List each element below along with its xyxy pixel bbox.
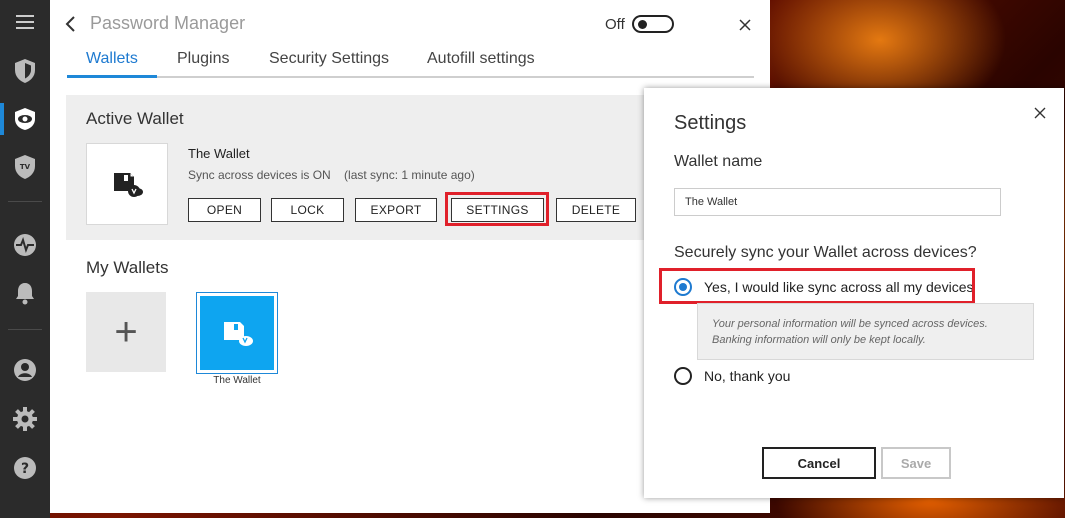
sync-yes-radio[interactable]	[674, 278, 692, 296]
toggle-label: Off	[605, 16, 625, 33]
shield-icon[interactable]	[0, 51, 50, 91]
wallet-sync-icon	[114, 173, 143, 197]
delete-button[interactable]: DELETE	[556, 198, 636, 222]
sync-info-line-2: Banking information will only be kept lo…	[712, 334, 926, 346]
left-navigation-rail: TV ?	[0, 0, 50, 518]
svg-text:TV: TV	[20, 163, 31, 171]
wallet-tile-label: The Wallet	[213, 375, 261, 386]
sync-info-line-1: Your personal information will be synced…	[712, 318, 988, 330]
export-button[interactable]: EXPORT	[355, 198, 437, 222]
tv-shield-icon[interactable]: TV	[0, 147, 50, 187]
user-icon[interactable]	[0, 350, 50, 390]
wallet-name-label: Wallet name	[674, 153, 763, 170]
rail-divider	[8, 201, 42, 202]
title-bar: Password Manager Off	[50, 0, 770, 48]
tab-plugins[interactable]: Plugins	[177, 50, 229, 68]
tab-autofill-settings[interactable]: Autofill settings	[427, 50, 535, 68]
active-wallet-name: The Wallet	[188, 146, 250, 161]
active-wallet-heading: Active Wallet	[86, 109, 184, 128]
dialog-title: Settings	[674, 112, 747, 134]
plus-icon: +	[114, 310, 138, 354]
open-button[interactable]: OPEN	[188, 198, 261, 222]
sync-info-box: Your personal information will be synced…	[697, 303, 1034, 360]
activity-icon[interactable]	[0, 225, 50, 265]
sync-no-label: No, thank you	[704, 368, 791, 384]
wallet-tile[interactable]	[196, 292, 278, 374]
sync-question: Securely sync your Wallet across devices…	[674, 244, 977, 261]
settings-button[interactable]: SETTINGS	[451, 198, 544, 222]
bell-icon[interactable]	[0, 273, 50, 313]
my-wallets-heading: My Wallets	[86, 258, 169, 277]
gear-icon[interactable]	[0, 399, 50, 439]
tab-bar: Wallets Plugins Security Settings Autofi…	[67, 46, 754, 78]
back-arrow-icon[interactable]	[62, 12, 80, 36]
rail-divider	[8, 329, 42, 330]
close-icon[interactable]	[738, 18, 752, 32]
sync-status-text: Sync across devices is ON (last sync: 1 …	[188, 168, 475, 182]
save-button[interactable]: Save	[881, 447, 951, 479]
tab-security-settings[interactable]: Security Settings	[269, 50, 389, 68]
active-wallet-thumbnail	[86, 143, 168, 225]
app-title: Password Manager	[90, 13, 246, 33]
wallet-tile-body	[200, 296, 274, 370]
eye-shield-icon[interactable]	[0, 99, 50, 139]
lock-button[interactable]: LOCK	[271, 198, 344, 222]
cancel-button[interactable]: Cancel	[762, 447, 876, 479]
sync-no-radio[interactable]	[674, 367, 692, 385]
power-toggle[interactable]	[632, 15, 674, 33]
add-wallet-button[interactable]: +	[86, 292, 166, 372]
wallet-sync-icon	[224, 322, 253, 346]
sync-yes-label: Yes, I would like sync across all my dev…	[704, 279, 974, 295]
sync-yes-option[interactable]: Yes, I would like sync across all my dev…	[674, 278, 973, 296]
hamburger-menu-icon[interactable]	[0, 2, 50, 42]
help-icon[interactable]: ?	[0, 448, 50, 488]
toggle-knob	[638, 20, 647, 29]
svg-text:?: ?	[21, 461, 29, 477]
wallet-name-input[interactable]	[674, 188, 1001, 216]
active-tab-indicator	[67, 75, 157, 78]
tab-wallets[interactable]: Wallets	[86, 50, 138, 68]
sync-no-option[interactable]: No, thank you	[674, 367, 790, 385]
settings-dialog: Settings Wallet name Securely sync your …	[644, 88, 1064, 498]
dialog-close-icon[interactable]	[1034, 106, 1046, 119]
